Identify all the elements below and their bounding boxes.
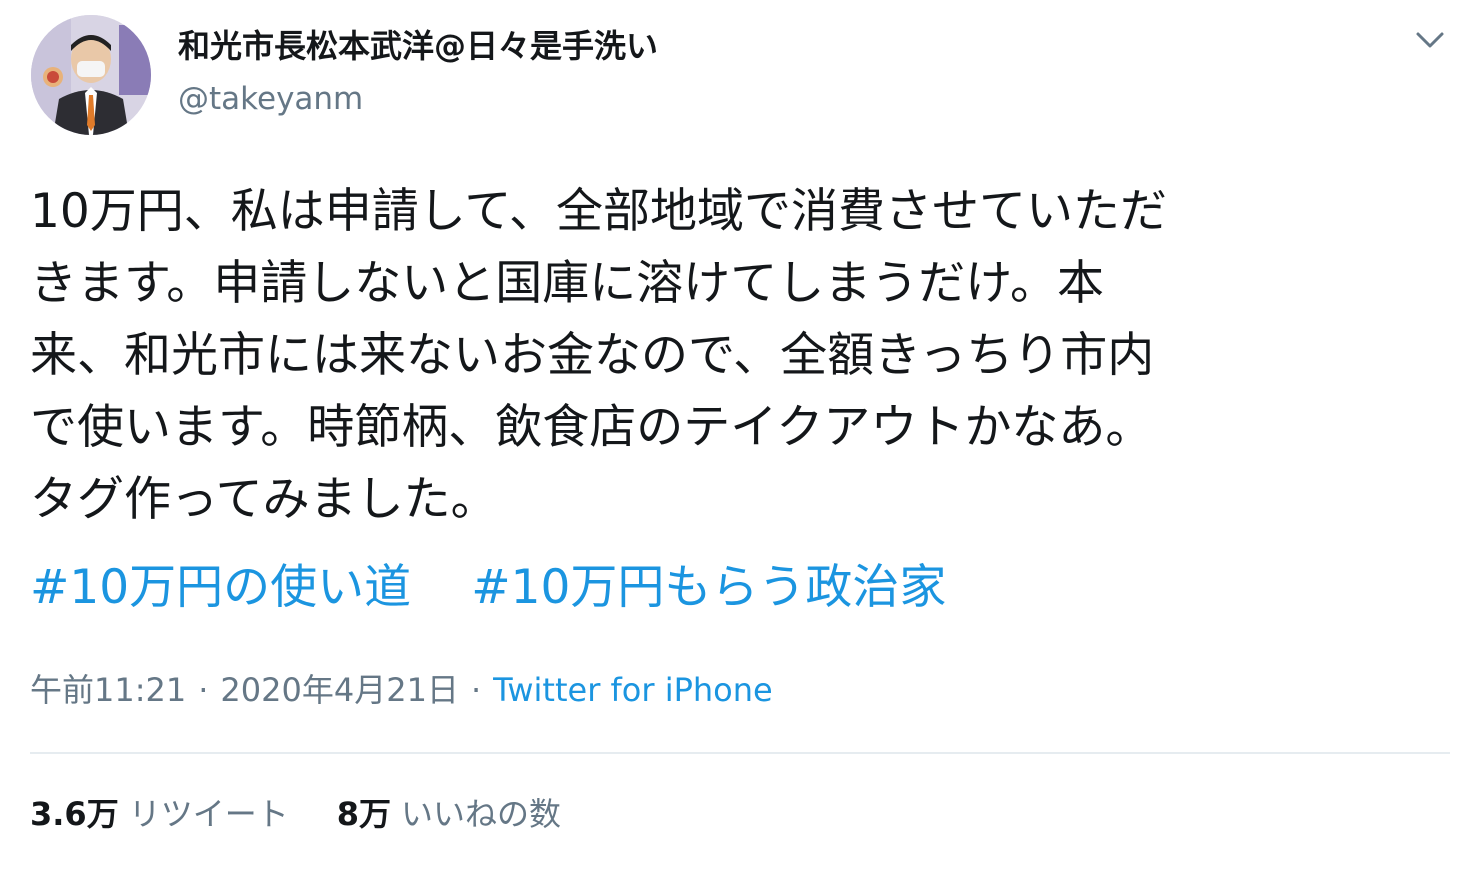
meta-separator: · [198,671,209,709]
retweets-stat[interactable]: 3.6万 リツイート [30,794,289,834]
profile-photo-icon [31,15,151,135]
meta-separator: · [470,671,482,709]
user-handle[interactable]: @takeyanm [178,80,363,118]
chevron-down-icon[interactable] [1414,28,1446,52]
tweet-source-link[interactable]: Twitter for iPhone [493,671,773,709]
tweet-text: 10万円、私は申請して、全部地域で消費させていただ きます。申請しないと国庫に溶… [30,176,1440,536]
tweet-text-line: 10万円、私は申請して、全部地域で消費させていただ [30,184,1168,239]
retweets-label: リツイート [128,795,289,833]
tweet-text-line: 来、和光市には来ないお金なので、全額きっちり市内 [30,328,1155,383]
tweet-text-line: で使います。時節柄、飲食店のテイクアウトかなあ。 [30,400,1153,455]
engagement-stats: 3.6万 リツイート 8万 いいねの数 [30,794,561,834]
likes-stat[interactable]: 8万 いいねの数 [337,794,561,834]
likes-count: 8万 [336,795,391,833]
tweet-text-line: タグ作ってみました。 [30,472,498,527]
tweet-metadata: 午前11:21 · 2020年4月21日 · Twitter for iPhone [30,670,773,710]
hashtag-link[interactable]: #10万円の使い道 [30,560,411,615]
avatar[interactable] [31,15,151,135]
tweet-date[interactable]: 2020年4月21日 [220,671,459,709]
display-name[interactable]: 和光市長松本武洋@日々是手洗い [178,26,658,66]
likes-label: いいねの数 [401,795,562,833]
hashtag-link[interactable]: #10万円もらう政治家 [471,560,946,615]
tweet-text-line: きます。申請しないと国庫に溶けてしまうだけ。本 [30,256,1104,311]
tweet-card: 和光市長松本武洋@日々是手洗い @takeyanm 10万円、私は申請して、全部… [0,0,1457,874]
tweet-time[interactable]: 午前11:21 [30,671,186,709]
retweets-count: 3.6万 [30,795,119,833]
divider [30,752,1450,754]
hashtag-row: #10万円の使い道 #10万円もらう政治家 [30,552,946,624]
